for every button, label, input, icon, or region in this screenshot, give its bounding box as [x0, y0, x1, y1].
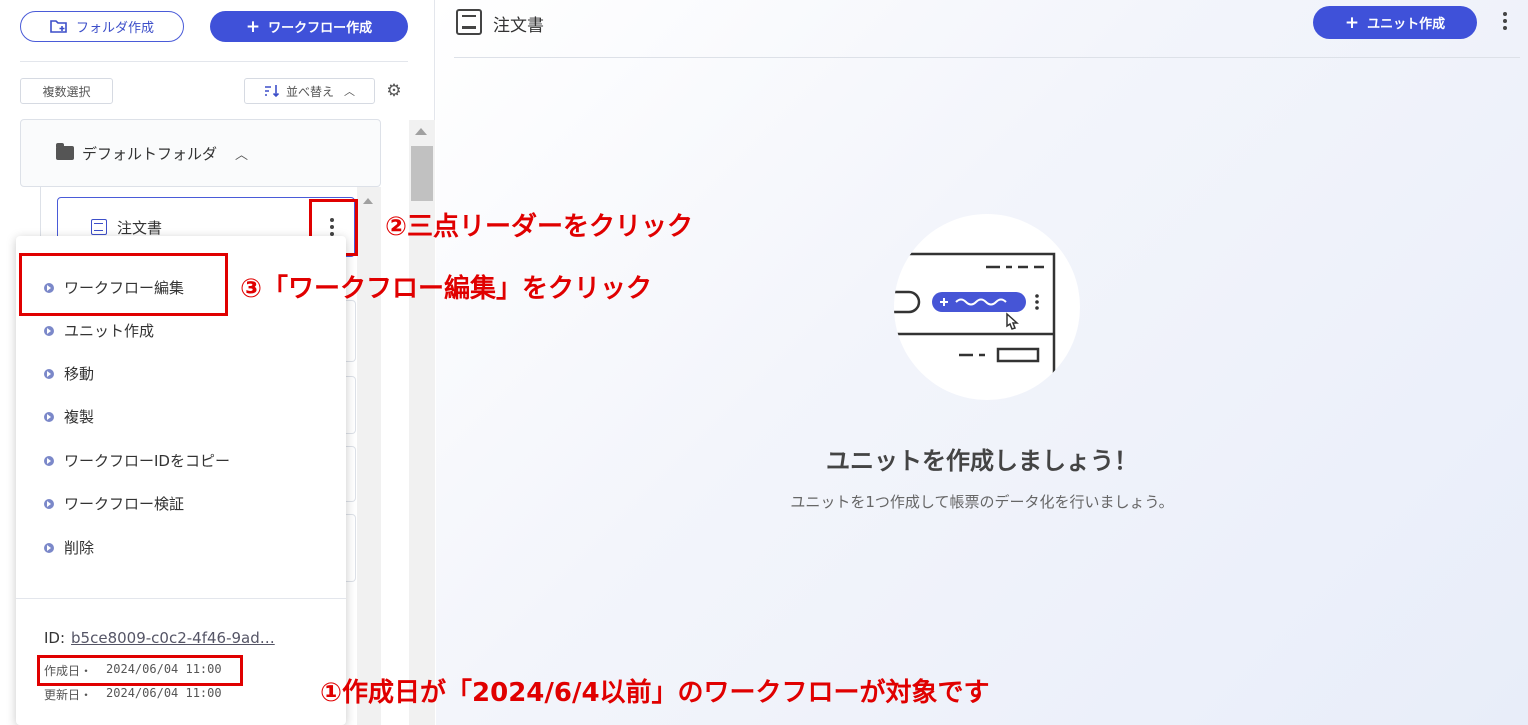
header-divider [454, 57, 1520, 58]
updated-label: 更新日・ [44, 688, 93, 702]
create-unit-button[interactable]: + ユニット作成 [1313, 6, 1477, 39]
id-link[interactable]: b5ce8009-c0c2-4f46-9ad… [71, 629, 275, 647]
menu-divider [16, 598, 346, 599]
bullet-icon [44, 368, 54, 379]
menu-item-copy-id[interactable]: ワークフローIDをコピー [44, 450, 230, 471]
menu-item-label: 複製 [64, 408, 95, 426]
annotation-step3: ③「ワークフロー編集」をクリック [240, 274, 653, 304]
chevron-up-icon: ︿ [344, 85, 355, 98]
multi-select-label: 複数選択 [42, 84, 91, 99]
bullet-icon [44, 325, 54, 336]
scrollbar-thumb[interactable] [411, 146, 433, 201]
menu-item-create-unit[interactable]: ユニット作成 [44, 320, 154, 341]
more-options-icon[interactable] [1499, 10, 1511, 32]
bullet-icon [44, 542, 54, 553]
menu-item-label: ユニット作成 [64, 322, 155, 340]
sort-button[interactable]: 並べ替え ︿ [244, 78, 375, 104]
highlight-box-edit-workflow [19, 253, 228, 316]
unit-illustration-icon [894, 252, 1056, 400]
create-unit-label: ユニット作成 [1367, 17, 1446, 32]
empty-state-title: ユニットを作成しましょう！ [826, 447, 1138, 475]
chevron-up-icon[interactable]: ︿ [235, 144, 248, 163]
workflow-name: 注文書 [117, 218, 163, 237]
menu-item-move[interactable]: 移動 [44, 363, 94, 384]
sort-label: 並べ替え [285, 84, 334, 99]
scroll-up-arrow-icon[interactable] [415, 128, 427, 135]
folder-item-default[interactable]: デフォルトフォルダ ︿ [20, 119, 381, 187]
bullet-icon [44, 455, 54, 466]
multi-select-button[interactable]: 複数選択 [20, 78, 113, 104]
updated-value: 2024/06/04 11:00 [106, 686, 222, 700]
bullet-icon [44, 498, 54, 509]
gear-icon[interactable]: ⚙ [384, 81, 404, 101]
main-header: 注文書 + ユニット作成 [436, 0, 1528, 58]
menu-item-label: 削除 [64, 539, 95, 557]
create-workflow-button[interactable]: + ワークフロー作成 [210, 11, 408, 42]
menu-item-label: ワークフロー検証 [64, 495, 185, 513]
list-icon [91, 219, 107, 235]
folder-name: デフォルトフォルダ [82, 144, 218, 163]
bullet-icon [44, 411, 54, 422]
updated-date-row: 更新日・ 2024/06/04 11:00 [44, 686, 222, 703]
plus-icon: + [245, 16, 261, 37]
create-workflow-label: ワークフロー作成 [268, 21, 373, 36]
menu-item-label: 移動 [64, 365, 95, 383]
menu-item-label: ワークフローIDをコピー [64, 452, 230, 470]
divider [20, 61, 408, 62]
menu-item-duplicate[interactable]: 複製 [44, 406, 94, 427]
menu-item-delete[interactable]: 削除 [44, 537, 94, 558]
annotation-step2: ②三点リーダーをクリック [385, 212, 694, 242]
main-content: 注文書 + ユニット作成 ユニットを作成しましょう！ ユニットを1つ作成して帳票… [436, 0, 1528, 725]
create-folder-button[interactable]: フォルダ作成 [20, 11, 184, 42]
highlight-box-created-date [37, 655, 243, 686]
folder-plus-icon [50, 20, 67, 33]
create-folder-label: フォルダ作成 [75, 21, 154, 36]
inner-scroll-up-arrow-icon[interactable] [363, 198, 373, 204]
plus-icon: + [1344, 12, 1360, 33]
sidebar: フォルダ作成 + ワークフロー作成 複数選択 並べ替え ︿ ⚙ デフォルトフォル… [0, 0, 435, 725]
list-icon [456, 9, 482, 35]
folder-icon [56, 143, 74, 160]
menu-item-validate[interactable]: ワークフロー検証 [44, 493, 184, 514]
page-title: 注文書 [493, 16, 544, 36]
empty-state-illustration [894, 214, 1080, 400]
sort-icon [264, 85, 280, 98]
empty-state-subtitle: ユニットを1つ作成して帳票のデータ化を行いましょう。 [790, 493, 1174, 511]
id-label: ID: [44, 629, 66, 647]
annotation-step1: ①作成日が「2024/6/4以前」のワークフローが対象です [320, 678, 990, 708]
workflow-id: ID: b5ce8009-c0c2-4f46-9ad… [44, 629, 275, 647]
